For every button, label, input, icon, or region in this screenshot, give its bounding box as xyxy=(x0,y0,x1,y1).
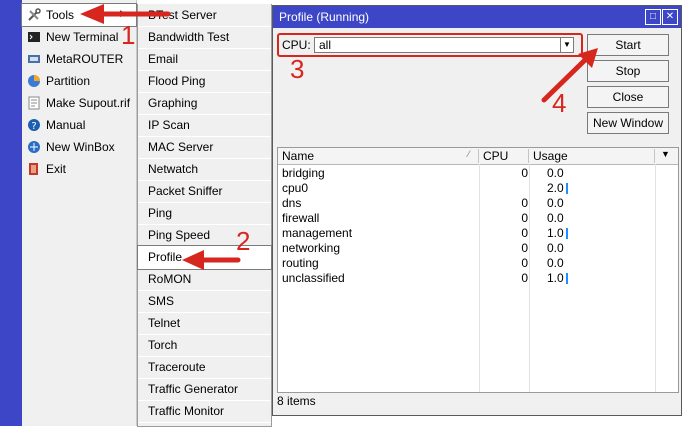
step-number-3: 3 xyxy=(290,54,305,84)
annotation-arrows xyxy=(80,4,598,270)
step-number-2: 2 xyxy=(236,226,251,256)
step-number-4: 4 xyxy=(552,88,567,118)
arrow-2-head xyxy=(182,250,204,270)
arrow-1-head xyxy=(80,4,104,24)
step-number-1: 1 xyxy=(121,20,136,50)
